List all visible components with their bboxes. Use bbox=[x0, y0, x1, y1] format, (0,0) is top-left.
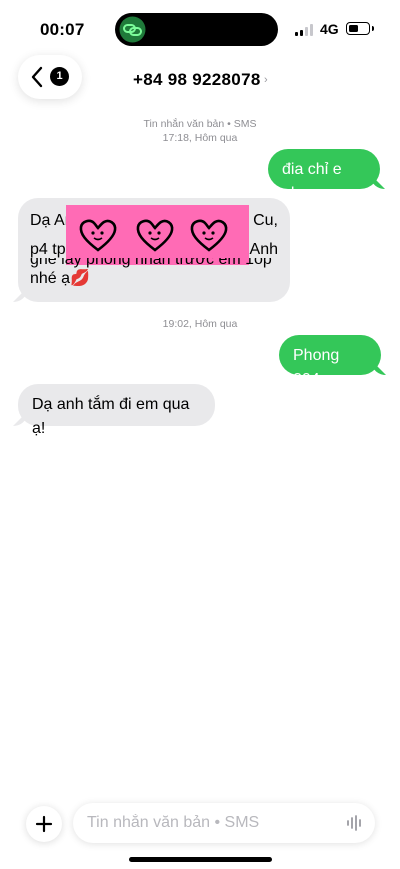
message-outgoing[interactable]: đia chỉ e nhe bbox=[268, 149, 380, 202]
message-text: Phong 204 bbox=[293, 347, 340, 388]
battery-icon bbox=[346, 22, 374, 35]
network-type: 4G bbox=[320, 21, 339, 37]
heart-face-icon bbox=[79, 219, 117, 252]
island-link-icon bbox=[119, 16, 146, 43]
status-bar: 00:07 4G bbox=[0, 0, 400, 58]
heart-face-icon bbox=[190, 219, 228, 252]
dynamic-island bbox=[115, 13, 278, 46]
status-time: 00:07 bbox=[40, 20, 85, 39]
timestamp-header: Tin nhắn văn bản • SMS 17:18, Hôm qua bbox=[0, 117, 400, 145]
back-button[interactable]: 1 bbox=[18, 55, 82, 99]
message-text: p4 tp bbox=[30, 241, 66, 258]
timestamp: 19:02, Hôm qua bbox=[0, 317, 400, 331]
contact-name[interactable]: +84 98 9228078 bbox=[133, 70, 261, 90]
message-text: ghé lấy phòng nhắn trước em 1op bbox=[30, 258, 272, 268]
service-label: Tin nhắn văn bản • SMS bbox=[143, 118, 257, 130]
message-text: Dạ anh tắm đi em qua ạ! bbox=[32, 396, 190, 437]
signal-icon bbox=[295, 24, 315, 36]
chevron-left-icon bbox=[31, 66, 43, 88]
message-incoming[interactable]: Dạ anh tắm đi em qua ạ! bbox=[18, 384, 215, 437]
message-text: Cu, bbox=[253, 212, 278, 229]
plus-icon bbox=[35, 815, 53, 833]
home-indicator[interactable] bbox=[129, 857, 272, 862]
message-text: đia chỉ e nhe bbox=[282, 161, 342, 202]
timestamp-text: 19:02, Hôm qua bbox=[162, 318, 238, 330]
message-outgoing[interactable]: Phong 204 bbox=[279, 335, 381, 388]
waveform-icon[interactable] bbox=[346, 815, 364, 831]
message-input[interactable] bbox=[73, 803, 375, 843]
obscured-line: ghé lấy phòng nhắn trước em 1op bbox=[30, 258, 280, 272]
timestamp: 17:18, Hôm qua bbox=[162, 132, 238, 144]
unread-badge: 1 bbox=[50, 67, 69, 86]
chevron-right-icon[interactable]: › bbox=[264, 74, 268, 86]
heart-sticker-overlay bbox=[66, 205, 249, 265]
add-attachment-button[interactable] bbox=[26, 806, 62, 842]
message-text: nhé ạ💋 bbox=[30, 270, 90, 287]
heart-face-icon bbox=[136, 219, 174, 252]
